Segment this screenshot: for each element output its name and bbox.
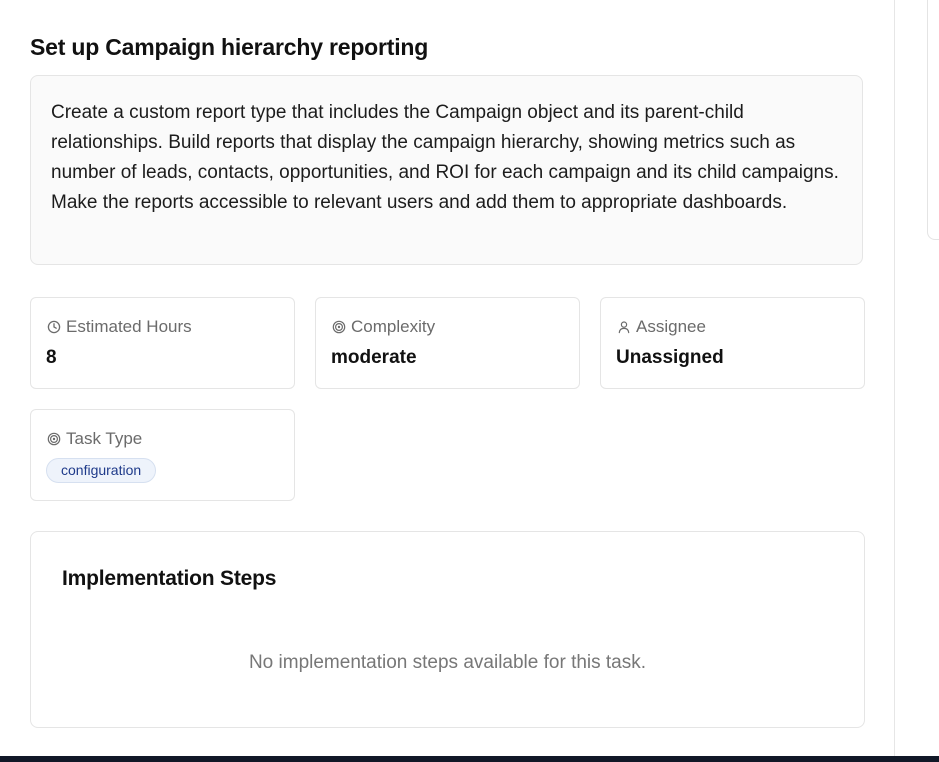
task-type-card: Task Type configuration [30,409,295,501]
estimated-hours-value: 8 [46,347,57,368]
task-description-box: Create a custom report type that include… [30,75,863,265]
implementation-steps-empty-message: No implementation steps available for th… [248,652,647,673]
target-icon [331,320,346,335]
task-description: Create a custom report type that include… [51,102,839,213]
assignee-label-row: Assignee [616,316,849,338]
implementation-steps-card: Implementation Steps No implementation s… [30,531,865,728]
complexity-card: Complexity moderate [315,297,580,389]
side-panel [895,0,939,756]
complexity-value: moderate [331,347,417,368]
assignee-value: Unassigned [616,347,724,368]
user-icon [616,320,631,335]
clock-icon [46,320,61,335]
task-detail-pane: Set up Campaign hierarchy reporting Crea… [0,0,895,756]
complexity-label: Complexity [351,317,436,336]
implementation-steps-heading: Implementation Steps [62,567,277,590]
task-type-label: Task Type [66,429,143,448]
side-panel-card [927,0,939,240]
estimated-hours-label-row: Estimated Hours [46,316,279,338]
bottom-bar [0,756,939,762]
task-title: Set up Campaign hierarchy reporting [30,34,429,60]
complexity-label-row: Complexity [331,316,564,338]
task-type-label-row: Task Type [46,428,279,450]
target-icon [46,432,61,447]
assignee-label: Assignee [636,317,706,336]
estimated-hours-card: Estimated Hours 8 [30,297,295,389]
estimated-hours-label: Estimated Hours [66,317,192,336]
task-type-badge: configuration [46,458,157,483]
assignee-card: Assignee Unassigned [600,297,865,389]
